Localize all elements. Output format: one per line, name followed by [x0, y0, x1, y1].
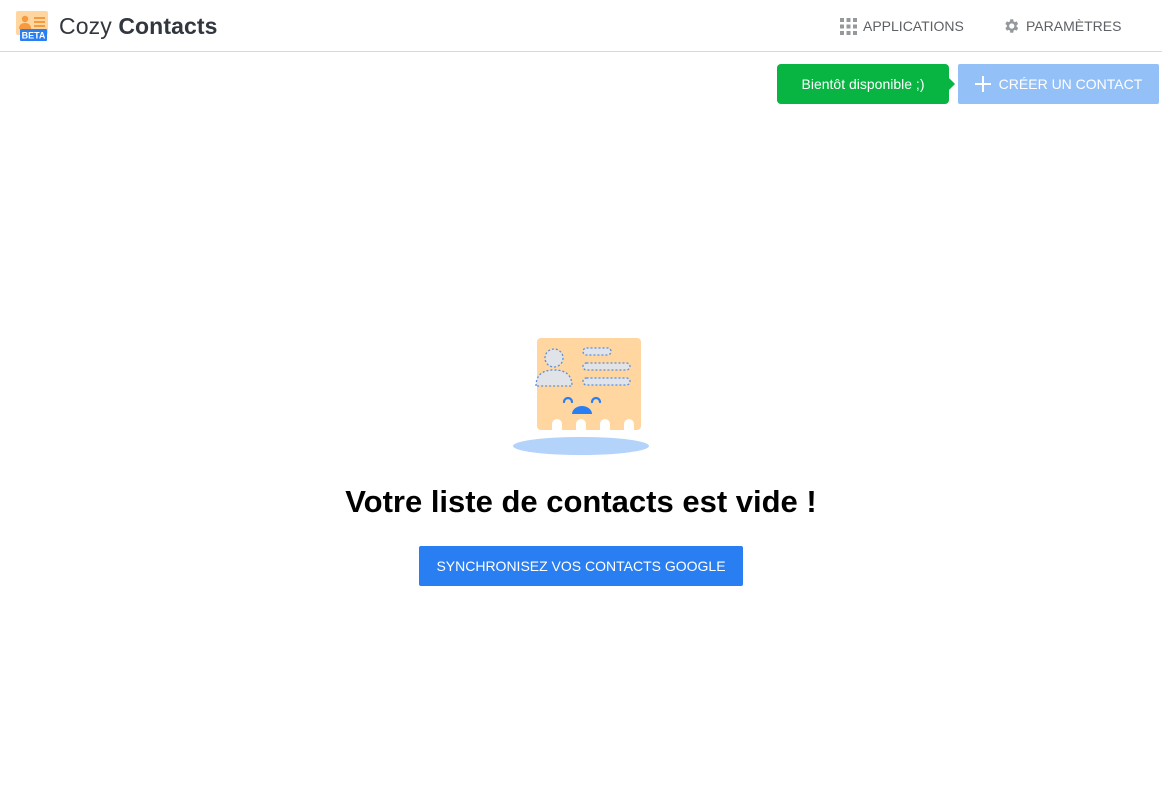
- applications-button[interactable]: APPLICATIONS: [840, 16, 964, 36]
- top-bar: BETA Cozy Contacts APPLICATIONS PARAMÈTR…: [0, 0, 1162, 52]
- create-contact-button[interactable]: CRÉER UN CONTACT: [958, 64, 1159, 104]
- gear-icon: [1005, 19, 1019, 33]
- app-title-bold: Contacts: [118, 12, 218, 39]
- app-title-light: Cozy: [59, 12, 112, 39]
- cozy-contacts-logo: BETA: [16, 11, 48, 41]
- empty-state-title: Votre liste de contacts est vide !: [345, 484, 817, 519]
- app-brand[interactable]: BETA Cozy Contacts: [16, 10, 218, 42]
- sync-google-contacts-button[interactable]: SYNCHRONISEZ VOS CONTACTS GOOGLE: [419, 546, 743, 586]
- plus-icon: [974, 76, 991, 92]
- settings-label: PARAMÈTRES: [1026, 18, 1122, 34]
- settings-button[interactable]: PARAMÈTRES: [1002, 16, 1121, 36]
- applications-label: APPLICATIONS: [863, 18, 964, 34]
- app-title: Cozy Contacts: [59, 13, 218, 40]
- coming-soon-tooltip: Bientôt disponible ;): [777, 64, 955, 104]
- create-contact-label: CRÉER UN CONTACT: [998, 76, 1143, 92]
- apps-grid-icon: [840, 17, 857, 35]
- logo-badge: BETA: [22, 31, 46, 41]
- empty-contacts-card-illustration: [512, 336, 650, 458]
